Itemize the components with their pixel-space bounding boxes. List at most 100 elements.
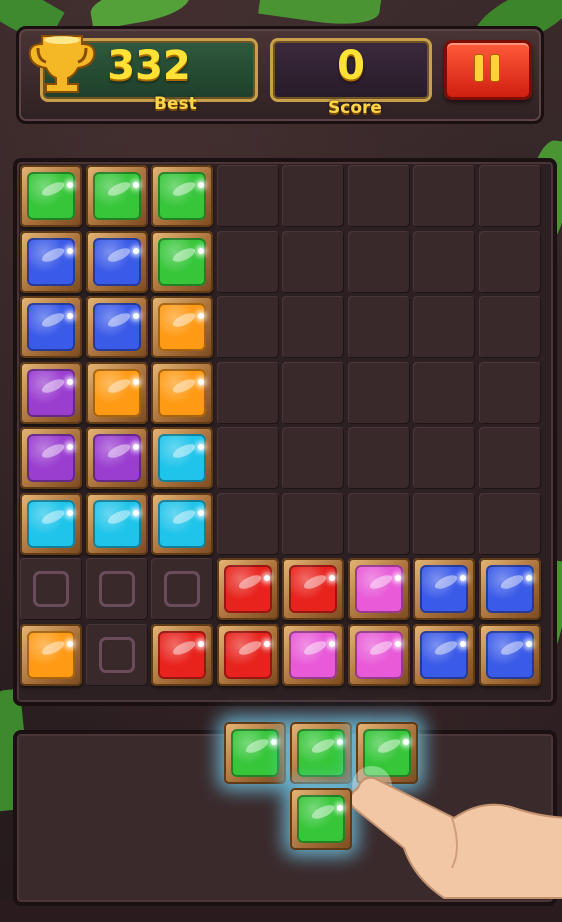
gem-face bbox=[27, 303, 75, 351]
board-cell[interactable] bbox=[478, 165, 541, 227]
gem-face bbox=[485, 630, 534, 679]
gem-sparkle bbox=[263, 575, 270, 581]
board-cell[interactable] bbox=[282, 361, 344, 424]
gem-face bbox=[354, 630, 403, 679]
board-cell[interactable] bbox=[478, 492, 541, 555]
gem-face bbox=[420, 565, 468, 613]
gem-sparkle bbox=[132, 247, 139, 254]
board-cell[interactable] bbox=[478, 427, 541, 489]
board-cell[interactable] bbox=[478, 296, 541, 358]
board-cell[interactable] bbox=[216, 427, 279, 489]
gem-shine bbox=[433, 572, 459, 592]
gem-face bbox=[158, 303, 206, 351]
board-cell[interactable] bbox=[478, 361, 541, 424]
board-cell[interactable] bbox=[347, 361, 410, 424]
gem-face bbox=[27, 368, 75, 417]
red-gem-block bbox=[282, 558, 344, 620]
cyan-gem-block bbox=[151, 427, 213, 489]
gem-shine bbox=[171, 637, 197, 658]
cyan-gem-block bbox=[151, 492, 213, 555]
green-gem-block bbox=[224, 722, 286, 784]
cyan-gem-block bbox=[85, 492, 148, 555]
pause-button[interactable] bbox=[444, 40, 532, 100]
gem-shine bbox=[433, 637, 459, 658]
gem-shine bbox=[244, 736, 270, 756]
gem-sparkle bbox=[132, 313, 139, 319]
gem-face bbox=[27, 434, 75, 482]
gem-shine bbox=[105, 506, 132, 527]
gem-sparkle bbox=[329, 640, 335, 647]
board-cell[interactable] bbox=[347, 296, 410, 358]
orange-gem-block bbox=[20, 623, 82, 686]
gem-sparkle bbox=[198, 640, 204, 647]
blue-gem-block bbox=[478, 623, 541, 686]
gem-shine bbox=[310, 802, 336, 822]
red-gem-block bbox=[216, 623, 279, 686]
gem-shine bbox=[236, 572, 263, 592]
green-gem-block bbox=[151, 230, 213, 293]
gem-shine bbox=[376, 736, 402, 756]
gem-shine bbox=[105, 310, 132, 330]
placement-hint-outline bbox=[98, 636, 135, 673]
board-cell[interactable] bbox=[216, 361, 279, 424]
gem-shine bbox=[40, 179, 66, 199]
gem-shine bbox=[40, 310, 66, 330]
gem-sparkle bbox=[403, 739, 409, 745]
green-gem-block bbox=[20, 165, 82, 227]
gem-sparkle bbox=[67, 182, 73, 188]
gem-face bbox=[27, 630, 75, 679]
gem-face bbox=[92, 303, 141, 351]
current-score-panel: 0 bbox=[270, 38, 432, 102]
blue-gem-block bbox=[20, 296, 82, 358]
board-cell[interactable] bbox=[282, 492, 344, 555]
red-gem-block bbox=[216, 558, 279, 620]
gem-face bbox=[231, 729, 279, 777]
gem-face bbox=[297, 795, 345, 843]
board-cell[interactable] bbox=[282, 165, 344, 227]
board-cell[interactable] bbox=[413, 492, 475, 555]
board-cell[interactable] bbox=[347, 427, 410, 489]
orange-gem-block bbox=[151, 296, 213, 358]
gem-sparkle bbox=[132, 509, 139, 516]
gem-face bbox=[92, 434, 141, 482]
gem-sparkle bbox=[67, 313, 73, 319]
gem-face bbox=[27, 237, 75, 286]
gem-face bbox=[354, 565, 403, 613]
board-cell[interactable] bbox=[216, 165, 279, 227]
gem-face bbox=[297, 729, 345, 777]
board-cell[interactable] bbox=[413, 230, 475, 293]
board-cell[interactable] bbox=[216, 296, 279, 358]
board-cell[interactable] bbox=[282, 296, 344, 358]
board-cell[interactable] bbox=[413, 427, 475, 489]
gem-sparkle bbox=[525, 575, 532, 581]
board-cell[interactable] bbox=[347, 492, 410, 555]
trophy-icon bbox=[28, 35, 96, 93]
board-cell[interactable] bbox=[282, 427, 344, 489]
gem-face bbox=[420, 630, 468, 679]
gem-sparkle bbox=[198, 378, 204, 385]
board-cell[interactable] bbox=[216, 230, 279, 293]
gem-sparkle bbox=[394, 640, 401, 647]
gem-face bbox=[289, 630, 337, 679]
gem-shine bbox=[367, 637, 394, 658]
board-cell[interactable] bbox=[347, 230, 410, 293]
gem-sparkle bbox=[525, 640, 532, 647]
gem-sparkle bbox=[337, 805, 343, 811]
gem-shine bbox=[302, 572, 328, 592]
gem-shine bbox=[171, 375, 197, 396]
board-cell[interactable] bbox=[347, 165, 410, 227]
board-cell[interactable] bbox=[413, 296, 475, 358]
gem-face bbox=[289, 565, 337, 613]
purple-gem-block bbox=[20, 361, 82, 424]
gem-shine bbox=[40, 637, 66, 658]
cyan-gem-block bbox=[20, 492, 82, 555]
gem-sparkle bbox=[198, 247, 204, 254]
best-label: Best bbox=[154, 94, 197, 114]
board-cell[interactable] bbox=[216, 492, 279, 555]
board-cell[interactable] bbox=[413, 361, 475, 424]
gem-face bbox=[92, 499, 141, 548]
board-cell[interactable] bbox=[282, 230, 344, 293]
board-cell[interactable] bbox=[478, 230, 541, 293]
board-cell[interactable] bbox=[413, 165, 475, 227]
gem-face bbox=[158, 172, 206, 220]
